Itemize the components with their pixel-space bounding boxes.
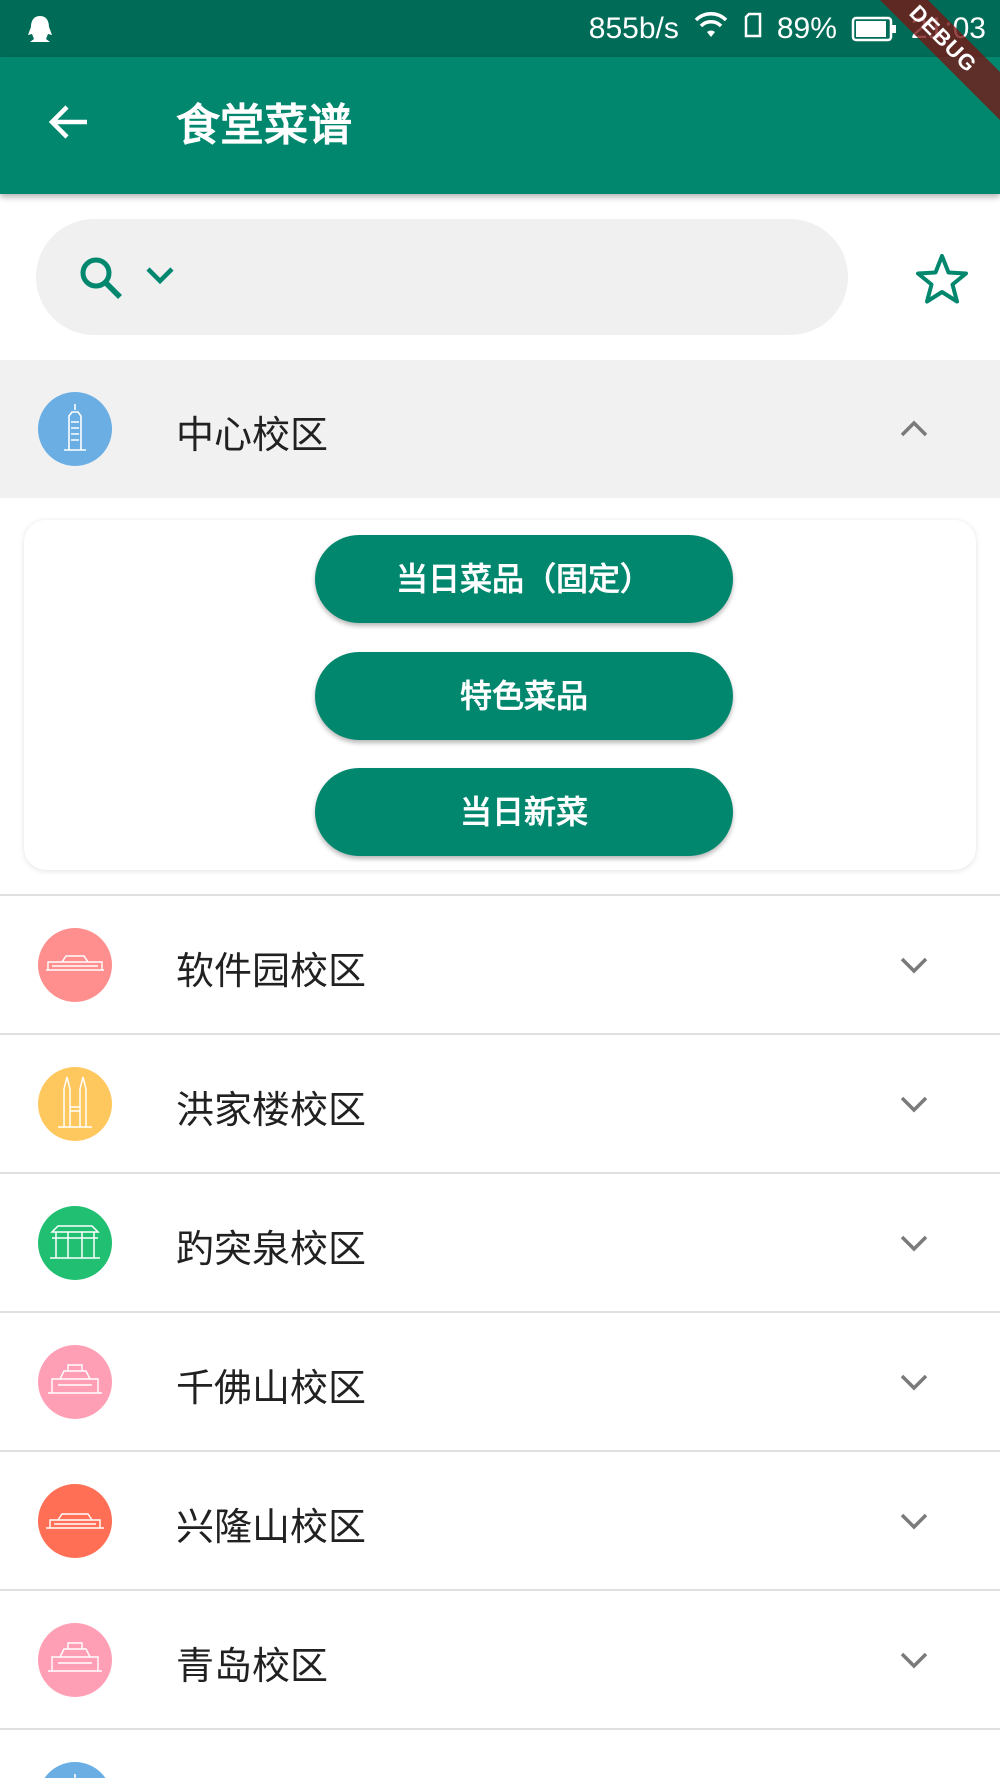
campus-item-hongjialou[interactable]: 洪家楼校区 [0, 1035, 1000, 1173]
skyscraper-icon [38, 392, 112, 466]
building-icon [38, 1484, 112, 1558]
hall-icon [38, 1345, 112, 1419]
skyscraper-icon [38, 1762, 112, 1778]
campus-item-xinglongshan[interactable]: 兴隆山校区 [0, 1452, 1000, 1590]
today-fixed-dishes-button[interactable]: 当日菜品（固定） [315, 535, 733, 623]
campus-item-software-park[interactable]: 软件园校区 [0, 896, 1000, 1034]
campus-name: 千佛山校区 [176, 1366, 367, 1410]
back-button[interactable] [40, 93, 98, 151]
campus-item-center[interactable]: 中心校区 [0, 360, 1000, 498]
chevron-down-icon[interactable] [896, 1364, 932, 1400]
chevron-down-icon[interactable] [896, 947, 932, 983]
status-bar: 855b/s 89% 21:03 [0, 0, 1000, 57]
star-outline-icon [916, 254, 968, 304]
campus-name: 趵突泉校区 [176, 1227, 367, 1271]
campus-item-partial[interactable] [0, 1730, 1000, 1778]
church-icon [38, 1067, 112, 1141]
page-title: 食堂菜谱 [176, 100, 352, 151]
chevron-down-icon[interactable] [896, 1225, 932, 1261]
qq-notification-icon [26, 14, 54, 48]
campus-name: 软件园校区 [176, 949, 367, 993]
sim-card-icon [743, 12, 763, 46]
campus-menu-card: 当日菜品（固定） 特色菜品 当日新菜 [24, 520, 976, 870]
gate-icon [38, 1206, 112, 1280]
wifi-icon [693, 11, 729, 47]
campus-item-qianfoshan[interactable]: 千佛山校区 [0, 1313, 1000, 1451]
campus-name: 中心校区 [176, 413, 329, 457]
campus-item-qingdao[interactable]: 青岛校区 [0, 1591, 1000, 1729]
favorite-button[interactable] [912, 250, 972, 310]
chevron-up-icon[interactable] [896, 411, 932, 447]
network-speed: 855b/s [588, 11, 679, 45]
chevron-down-icon[interactable] [142, 257, 178, 297]
special-dishes-button[interactable]: 特色菜品 [315, 652, 733, 740]
search-bar[interactable] [36, 219, 848, 335]
campus-name: 洪家楼校区 [176, 1088, 367, 1132]
app-bar: 食堂菜谱 [0, 57, 1000, 194]
search-icon[interactable] [78, 255, 124, 305]
search-input[interactable] [216, 249, 816, 305]
campus-name: 兴隆山校区 [176, 1505, 367, 1549]
hall-icon [38, 1623, 112, 1697]
campus-name: 青岛校区 [176, 1644, 329, 1688]
today-new-dishes-button[interactable]: 当日新菜 [315, 768, 733, 856]
chevron-down-icon[interactable] [896, 1086, 932, 1122]
building-icon [38, 928, 112, 1002]
campus-item-baotuquan[interactable]: 趵突泉校区 [0, 1174, 1000, 1312]
battery-level: 89% [776, 11, 837, 45]
chevron-down-icon[interactable] [896, 1642, 932, 1678]
arrow-back-icon [48, 105, 87, 139]
chevron-down-icon[interactable] [896, 1503, 932, 1539]
battery-icon [851, 16, 897, 42]
